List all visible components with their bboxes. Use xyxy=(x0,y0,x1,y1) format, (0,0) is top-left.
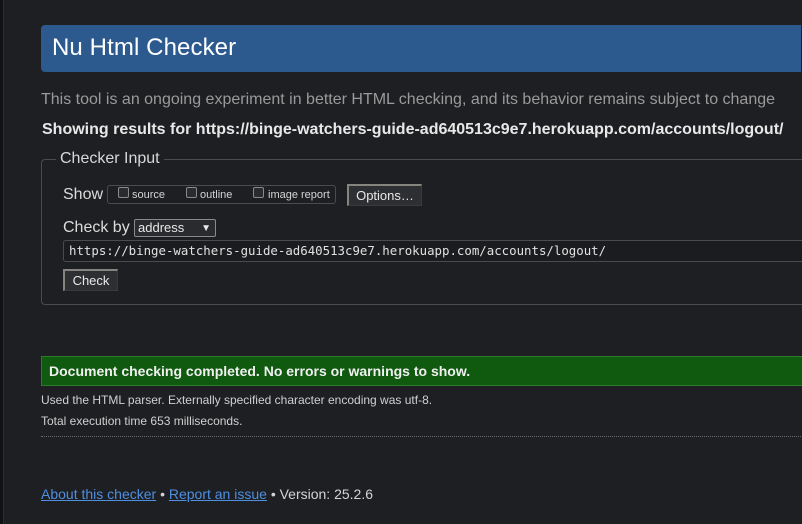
image-report-checkbox[interactable] xyxy=(253,187,264,198)
check-button[interactable]: Check xyxy=(63,269,118,291)
show-label: Show xyxy=(63,186,104,203)
header-bar: Nu Html Checker xyxy=(41,25,801,72)
checker-input-legend: Checker Input xyxy=(56,150,164,168)
version-text: Version: 25.2.6 xyxy=(279,486,374,502)
source-checkbox[interactable] xyxy=(118,187,129,198)
chevron-down-icon: ▼ xyxy=(201,223,211,234)
intro-text: This tool is an ongoing experiment in be… xyxy=(41,91,776,108)
about-checker-link[interactable]: About this checker xyxy=(41,486,156,502)
footer: About this checker • Report an issue • V… xyxy=(41,486,373,502)
footer-separator-2: • xyxy=(270,486,276,502)
image-report-checkbox-label[interactable]: image report xyxy=(268,189,330,201)
showing-results-heading: Showing results for https://binge-watche… xyxy=(42,121,784,138)
outline-checkbox[interactable] xyxy=(186,187,197,198)
check-by-select[interactable]: address ▼ xyxy=(134,219,216,237)
page-title: Nu Html Checker xyxy=(52,34,237,61)
options-button[interactable]: Options… xyxy=(347,184,422,206)
parser-info: Used the HTML parser. Externally specifi… xyxy=(41,393,433,407)
success-message-bar: Document checking completed. No errors o… xyxy=(41,356,802,386)
outline-checkbox-label[interactable]: outline xyxy=(200,189,232,201)
dotted-divider xyxy=(41,436,802,437)
url-input[interactable]: https://binge-watchers-guide-ad640513c9e… xyxy=(63,240,802,262)
check-by-label: Check by xyxy=(63,219,130,236)
execution-time: Total execution time 653 milliseconds. xyxy=(41,414,243,428)
check-by-selected-value: address xyxy=(138,220,185,235)
footer-separator-1: • xyxy=(160,486,165,502)
source-checkbox-label[interactable]: source xyxy=(132,189,165,201)
report-issue-link[interactable]: Report an issue xyxy=(169,486,267,502)
success-message: Document checking completed. No errors o… xyxy=(49,363,471,379)
